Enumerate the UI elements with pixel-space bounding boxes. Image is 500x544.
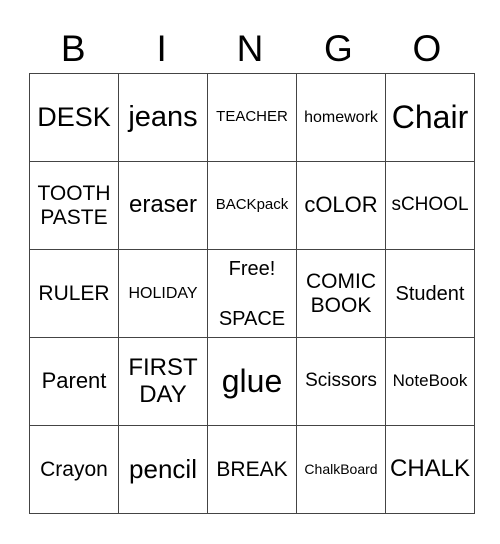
cell-text: glue [221, 362, 283, 399]
cell-text: Chair [391, 98, 469, 135]
bingo-cell[interactable]: Student [385, 249, 475, 338]
bingo-cell[interactable]: TEACHER [207, 73, 297, 162]
bingo-card-grid: DESK jeans TEACHER homework Chair TOOTH … [29, 73, 475, 514]
bingo-cell[interactable]: CHALK [385, 425, 475, 514]
cell-text: sCHOOL [391, 194, 469, 216]
grid-row: Crayon pencil BREAK ChalkBoard CHALK [29, 425, 475, 514]
free-space-value: SPACE [218, 307, 286, 330]
cell-text: CHALK [389, 455, 471, 483]
bingo-cell[interactable]: eraser [118, 161, 208, 250]
bingo-cell[interactable]: jeans [118, 73, 208, 162]
cell-text: BACKpack [215, 196, 289, 214]
free-space: Free! SPACE [209, 257, 296, 330]
cell-text: FIRST DAY [128, 354, 198, 408]
cell-text: Student [395, 282, 465, 305]
cell-text: COMIC BOOK [306, 270, 376, 317]
grid-row: DESK jeans TEACHER homework Chair [29, 73, 475, 162]
free-space-cell[interactable]: Free! SPACE [207, 249, 297, 338]
cell-text: RULER [38, 281, 110, 305]
bingo-cell[interactable]: Chair [385, 73, 475, 162]
bingo-cell[interactable]: FIRST DAY [118, 337, 208, 426]
bingo-cell[interactable]: sCHOOL [385, 161, 475, 250]
header-letter-g: G [324, 28, 353, 69]
bingo-header: B I N G O [29, 24, 471, 74]
bingo-cell[interactable]: HOLIDAY [118, 249, 208, 338]
cell-text: eraser [128, 191, 198, 219]
grid-row: Parent FIRST DAY glue Scissors NoteBook [29, 337, 475, 426]
bingo-cell[interactable]: COMIC BOOK [296, 249, 386, 338]
cell-text: HOLIDAY [128, 284, 198, 302]
cell-text: DESK [37, 101, 111, 132]
bingo-cell[interactable]: Scissors [296, 337, 386, 426]
cell-text: TOOTH PASTE [37, 182, 111, 229]
bingo-cell[interactable]: TOOTH PASTE [29, 161, 119, 250]
bingo-cell[interactable]: DESK [29, 73, 119, 162]
bingo-cell[interactable]: ChalkBoard [296, 425, 386, 514]
bingo-cell[interactable]: Parent [29, 337, 119, 426]
cell-text: TEACHER [216, 108, 288, 126]
grid-row: RULER HOLIDAY Free! SPACE COMIC BOOK Stu… [29, 249, 475, 338]
bingo-cell[interactable]: RULER [29, 249, 119, 338]
cell-text: jeans [128, 100, 198, 133]
bingo-cell[interactable]: BACKpack [207, 161, 297, 250]
grid-row: TOOTH PASTE eraser BACKpack cOLOR sCHOOL [29, 161, 475, 250]
bingo-cell[interactable]: Crayon [29, 425, 119, 514]
cell-text: cOLOR [304, 192, 378, 218]
bingo-cell[interactable]: NoteBook [385, 337, 475, 426]
bingo-cell[interactable]: homework [296, 73, 386, 162]
cell-text: Scissors [305, 370, 377, 392]
bingo-cell[interactable]: BREAK [207, 425, 297, 514]
header-letter-n: N [236, 28, 264, 69]
cell-text: Parent [41, 368, 107, 394]
free-space-label: Free! [228, 257, 276, 280]
header-letter-i: I [156, 28, 167, 69]
cell-text: pencil [129, 454, 197, 485]
cell-text: homework [304, 108, 378, 126]
cell-text: BREAK [216, 457, 288, 481]
cell-text: Crayon [40, 457, 108, 481]
bingo-cell[interactable]: pencil [118, 425, 208, 514]
cell-text: ChalkBoard [304, 460, 378, 477]
bingo-cell[interactable]: cOLOR [296, 161, 386, 250]
cell-text: NoteBook [392, 371, 468, 391]
header-letter-b: B [60, 28, 86, 69]
header-letter-o: O [412, 28, 442, 69]
bingo-cell[interactable]: glue [207, 337, 297, 426]
